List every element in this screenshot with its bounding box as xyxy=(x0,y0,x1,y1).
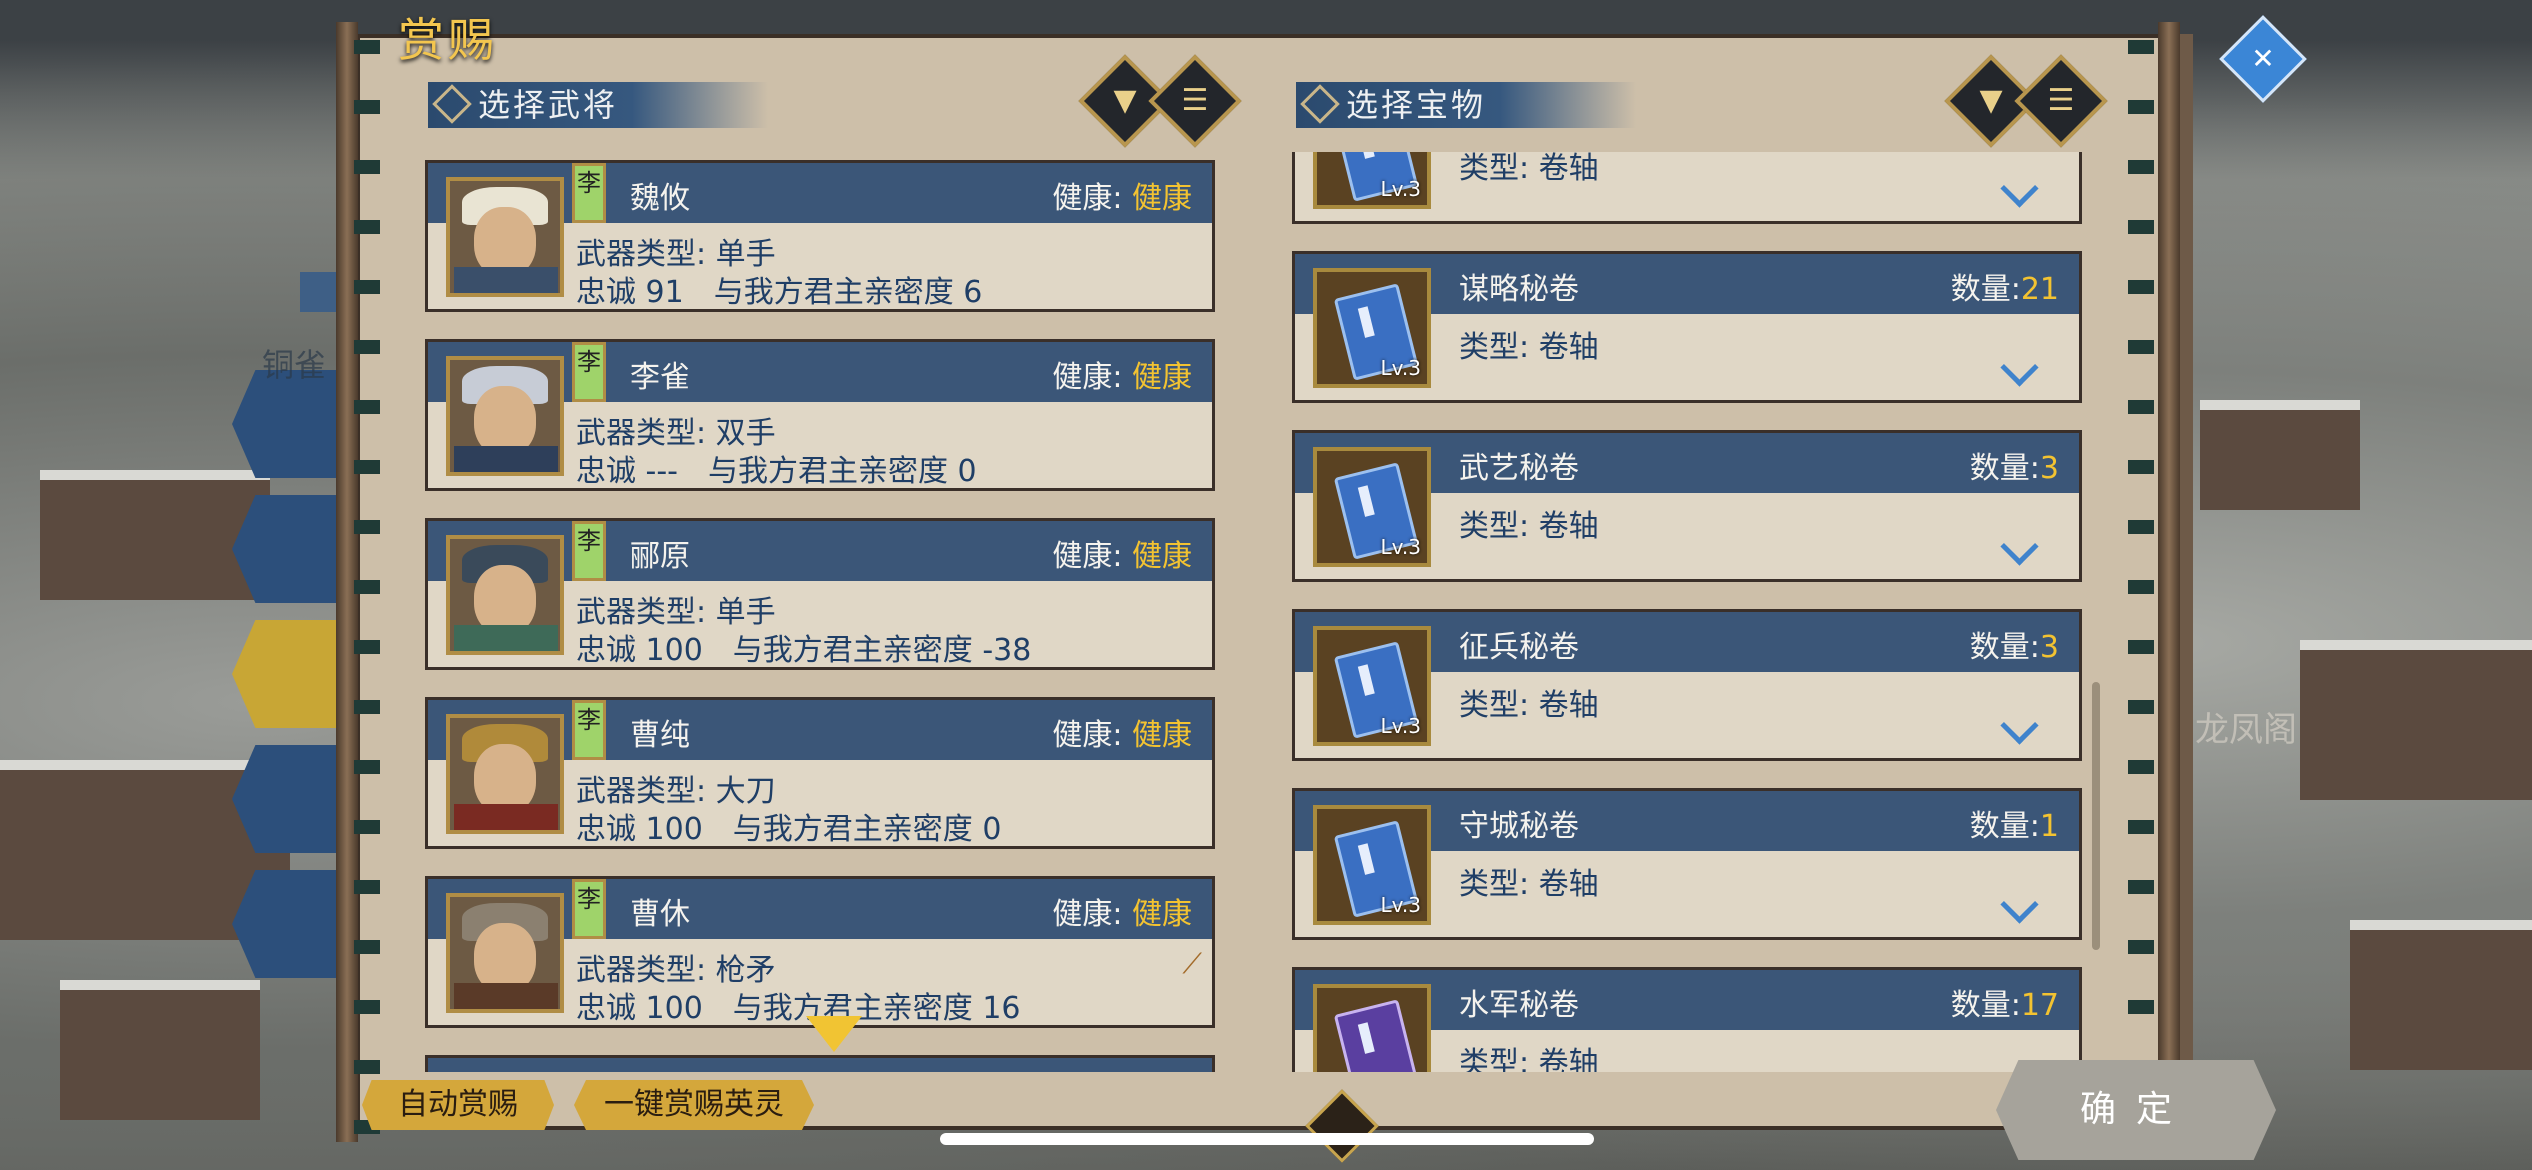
general-card[interactable]: 李 曹休 健康: 健康 武器类型: 枪矛 忠诚 100 与我方君主亲密度 16 … xyxy=(425,876,1215,1028)
list-icon: ☰ xyxy=(1181,83,1209,118)
section-select-general: 选择武将 xyxy=(428,82,768,128)
panel-title: 赏赐 xyxy=(398,13,498,67)
section-select-treasure: 选择宝物 xyxy=(1296,82,1636,128)
bg-house xyxy=(40,470,270,600)
card-header xyxy=(428,1058,1212,1072)
treasure-card[interactable]: Lv.3 谋略秘卷 数量:21 类型: 卷轴 xyxy=(1292,251,2082,403)
general-portrait xyxy=(446,356,564,476)
treasure-type: 类型: 卷轴 xyxy=(1459,509,1599,544)
treasure-card[interactable]: Lv.3 类型: 卷轴 xyxy=(1292,152,2082,224)
treasure-name: 武艺秘卷 xyxy=(1459,451,1579,486)
one-click-reward-button[interactable]: 一键赏赐英灵 xyxy=(574,1080,814,1130)
faction-tag: 李 xyxy=(572,879,606,939)
chevron-down-icon[interactable] xyxy=(2000,706,2039,745)
treasure-name: 守城秘卷 xyxy=(1459,809,1579,844)
faction-tag: 李 xyxy=(572,163,606,223)
general-name: 曹纯 xyxy=(630,718,690,753)
bg-building-label: 龙凤阁 xyxy=(2195,710,2297,750)
treasure-name: 水军秘卷 xyxy=(1459,988,1579,1023)
bg-house xyxy=(60,980,260,1120)
loyalty-intimacy: 忠诚 100 与我方君主亲密度 -38 xyxy=(576,633,1032,668)
general-card-partial[interactable] xyxy=(425,1055,1215,1072)
general-portrait xyxy=(446,714,564,834)
treasure-quantity: 数量:17 xyxy=(1950,988,2059,1023)
treasure-quantity: 数量:21 xyxy=(1950,272,2059,307)
auto-reward-button[interactable]: 自动赏赐 xyxy=(362,1080,554,1130)
bg-house xyxy=(2200,400,2360,510)
general-list[interactable]: 李 魏攸 健康: 健康 武器类型: 单手 忠诚 91 与我方君主亲密度 6 李 … xyxy=(425,160,1220,1072)
bg-house xyxy=(2350,920,2532,1070)
bg-house xyxy=(2300,640,2532,800)
section-label: 选择武将 xyxy=(478,86,619,124)
treasure-list[interactable]: Lv.3 类型: 卷轴 Lv.3 谋略秘卷 数量:21 类型: 卷轴 Lv.3 … xyxy=(1292,152,2087,1072)
loyalty-intimacy: 忠诚 100 与我方君主亲密度 16 xyxy=(576,991,1021,1026)
loyalty-intimacy: 忠诚 91 与我方君主亲密度 6 xyxy=(576,275,983,310)
treasure-card[interactable]: 水军秘卷 数量:17 类型: 卷轴 xyxy=(1292,967,2082,1072)
chevron-down-icon[interactable] xyxy=(2000,348,2039,387)
chain-left xyxy=(354,40,380,1140)
faction-tag: 李 xyxy=(572,342,606,402)
spear-icon: ⟋ xyxy=(1182,947,1202,980)
general-card[interactable]: 李 曹纯 健康: 健康 武器类型: 大刀 忠诚 100 与我方君主亲密度 0 xyxy=(425,697,1215,849)
scroll-book-icon: Lv.3 xyxy=(1313,447,1431,567)
general-name: 李雀 xyxy=(630,360,690,395)
general-portrait xyxy=(446,177,564,297)
general-name: 郦原 xyxy=(630,539,690,574)
scroll-book-icon: Lv.3 xyxy=(1313,626,1431,746)
scroll-book-icon: Lv.3 xyxy=(1313,268,1431,388)
general-portrait xyxy=(446,535,564,655)
health-status: 健康: 健康 xyxy=(1052,181,1192,216)
treasure-quantity: 数量:3 xyxy=(1969,451,2059,486)
general-card[interactable]: 李 魏攸 健康: 健康 武器类型: 单手 忠诚 91 与我方君主亲密度 6 xyxy=(425,160,1215,312)
treasure-scrollbar[interactable] xyxy=(2092,682,2100,950)
scroll-book-icon: Lv.3 xyxy=(1313,152,1431,209)
treasure-type: 类型: 卷轴 xyxy=(1459,330,1599,365)
treasure-quantity: 数量:3 xyxy=(1969,630,2059,665)
treasure-type: 类型: 卷轴 xyxy=(1459,867,1599,902)
general-name: 魏攸 xyxy=(630,181,690,216)
general-name: 曹休 xyxy=(630,897,690,932)
treasure-type: 类型: 卷轴 xyxy=(1459,688,1599,723)
treasure-card[interactable]: Lv.3 守城秘卷 数量:1 类型: 卷轴 xyxy=(1292,788,2082,940)
home-indicator[interactable] xyxy=(940,1133,1594,1145)
chevron-down-icon[interactable] xyxy=(2000,169,2039,208)
scroll-book-icon xyxy=(1313,984,1431,1072)
health-status: 健康: 健康 xyxy=(1052,897,1192,932)
general-card[interactable]: 李 李雀 健康: 健康 武器类型: 双手 忠诚 --- 与我方君主亲密度 0 xyxy=(425,339,1215,491)
diamond-icon xyxy=(432,84,472,124)
treasure-name: 征兵秘卷 xyxy=(1459,630,1579,665)
filter-icon: ▼ xyxy=(1979,83,2003,118)
faction-tag: 李 xyxy=(572,521,606,581)
chevron-down-icon[interactable] xyxy=(2000,885,2039,924)
scroll-rod-right xyxy=(2158,22,2180,1142)
scroll-book-icon: Lv.3 xyxy=(1313,805,1431,925)
diamond-icon xyxy=(1300,84,1340,124)
treasure-type: 类型: 卷轴 xyxy=(1459,152,1599,186)
health-status: 健康: 健康 xyxy=(1052,718,1192,753)
section-label: 选择宝物 xyxy=(1346,86,1487,124)
filter-icon: ▼ xyxy=(1113,83,1137,118)
general-portrait xyxy=(446,893,564,1013)
side-label-tong: 铜雀 xyxy=(262,346,327,384)
treasure-card[interactable]: Lv.3 征兵秘卷 数量:3 类型: 卷轴 xyxy=(1292,609,2082,761)
health-status: 健康: 健康 xyxy=(1052,539,1192,574)
list-icon: ☰ xyxy=(2047,83,2075,118)
faction-tag: 李 xyxy=(572,700,606,760)
health-status: 健康: 健康 xyxy=(1052,360,1192,395)
general-card[interactable]: 李 郦原 健康: 健康 武器类型: 单手 忠诚 100 与我方君主亲密度 -38 xyxy=(425,518,1215,670)
treasure-quantity: 数量:1 xyxy=(1969,809,2059,844)
chain-right xyxy=(2128,40,2154,1140)
treasure-name: 谋略秘卷 xyxy=(1459,272,1579,307)
confirm-button[interactable]: 确定 xyxy=(1996,1060,2276,1160)
treasure-type: 类型: 卷轴 xyxy=(1459,1046,1599,1072)
treasure-card[interactable]: Lv.3 武艺秘卷 数量:3 类型: 卷轴 xyxy=(1292,430,2082,582)
loyalty-intimacy: 忠诚 --- 与我方君主亲密度 0 xyxy=(576,454,977,489)
chevron-down-icon[interactable] xyxy=(2000,527,2039,566)
loyalty-intimacy: 忠诚 100 与我方君主亲密度 0 xyxy=(576,812,1002,847)
